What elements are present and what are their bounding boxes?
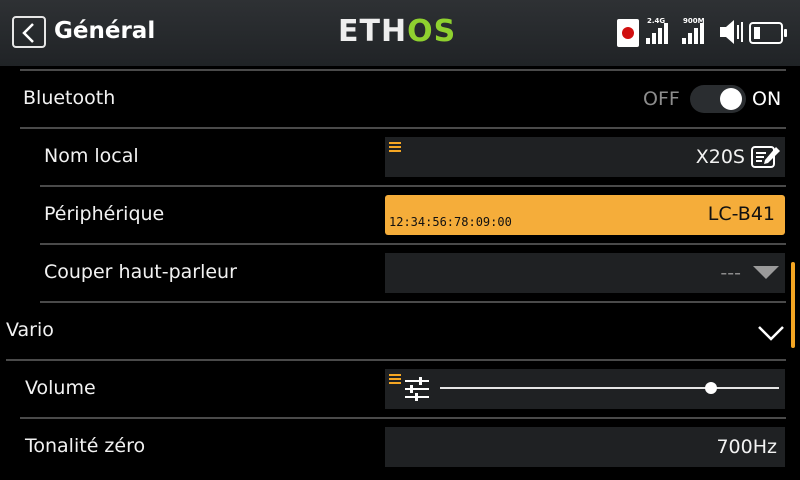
local-name-value: X20S xyxy=(695,146,745,168)
volume-field[interactable] xyxy=(385,369,785,409)
divider xyxy=(40,243,786,245)
speaker-cut-dropdown[interactable]: --- xyxy=(385,253,785,293)
chevron-left-icon xyxy=(22,23,34,43)
dropdown-arrow-icon xyxy=(753,266,779,279)
bluetooth-label: Bluetooth xyxy=(23,87,116,109)
ethos-logo: ETHOS xyxy=(338,14,457,49)
local-name-label: Nom local xyxy=(44,145,139,167)
peripheral-device: LC-B41 xyxy=(707,203,775,225)
bluetooth-off-label: OFF xyxy=(643,88,680,110)
record-icon xyxy=(617,19,639,47)
peripheral-label: Périphérique xyxy=(44,203,165,225)
battery-icon xyxy=(749,22,787,44)
scrollbar[interactable] xyxy=(791,262,795,348)
volume-label: Volume xyxy=(25,377,96,399)
edit-icon xyxy=(751,146,780,168)
divider xyxy=(20,69,786,71)
vario-label: Vario xyxy=(6,319,54,341)
zero-tone-label: Tonalité zéro xyxy=(25,435,146,457)
divider xyxy=(40,301,786,303)
divider xyxy=(40,185,786,187)
page-title: Général xyxy=(54,18,156,44)
adjust-icon xyxy=(405,377,429,401)
speaker-icon xyxy=(720,20,743,44)
divider xyxy=(20,127,786,129)
top-bar: Général ETHOS 2.4G 900M xyxy=(0,0,800,66)
zero-tone-value: 700Hz xyxy=(716,436,777,458)
divider xyxy=(20,417,786,419)
bluetooth-on-label: ON xyxy=(752,88,782,110)
speaker-cut-value: --- xyxy=(720,262,741,284)
local-name-field[interactable]: X20S xyxy=(385,137,785,177)
divider xyxy=(6,359,786,361)
peripheral-field[interactable]: 12:34:56:78:09:00 LC-B41 xyxy=(385,195,785,235)
signal-900m-icon: 900M xyxy=(680,16,710,48)
menu-icon xyxy=(389,142,401,154)
menu-icon xyxy=(389,374,401,386)
speaker-cut-label: Couper haut-parleur xyxy=(44,261,237,283)
bluetooth-toggle[interactable] xyxy=(690,85,746,113)
volume-slider-track[interactable] xyxy=(440,387,779,389)
peripheral-address: 12:34:56:78:09:00 xyxy=(389,215,512,229)
zero-tone-field[interactable]: 700Hz xyxy=(385,427,785,467)
back-button[interactable] xyxy=(12,16,46,48)
chevron-down-icon[interactable] xyxy=(757,324,785,342)
signal-24g-icon: 2.4G xyxy=(644,16,674,48)
